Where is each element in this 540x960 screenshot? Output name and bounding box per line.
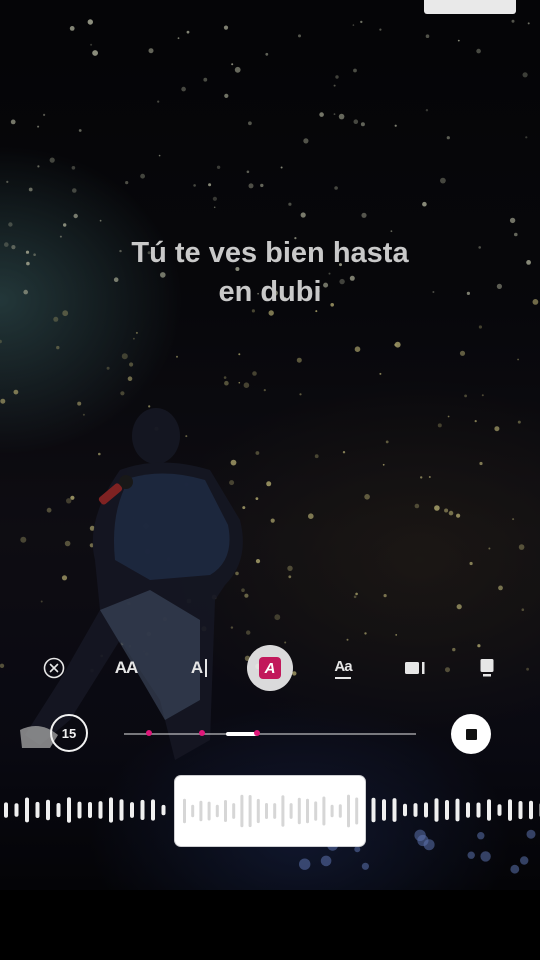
close-circle-icon [43,657,65,679]
waveform-bar [371,797,376,823]
text-highlight-style-icon: A [259,657,281,679]
waveform-bar [529,800,533,820]
story-music-editor: Tú te ves bien hasta en dubi AA A A Aa 1… [0,0,540,960]
selected-waveform-bar [248,795,252,828]
waveform-bar [434,798,439,822]
text-style-icon: AA [114,658,139,677]
waveform-bar [497,804,502,816]
selected-waveform-bar [256,798,260,824]
waveform-bar [151,799,155,821]
style-cursor-button[interactable]: A [175,644,223,692]
selected-waveform-bar [240,794,244,828]
waveform-bar [487,799,491,821]
waveform-bar [46,799,50,821]
waveform-bar [25,797,29,823]
selected-waveform [183,794,359,828]
waveform-bar [56,803,61,818]
stop-button[interactable] [451,714,491,754]
lyric-line-1: Tú te ves bien hasta [131,237,409,269]
text-underline-style-icon: Aa [334,658,353,679]
selected-waveform-bar [273,803,277,819]
lyric-line-2: en dubi [218,276,322,308]
lyric-marker [146,730,152,736]
stop-icon [465,728,477,740]
waveform-bar [161,804,166,816]
text-cursor-style-icon: A [191,658,208,678]
waveform-bar [508,799,512,821]
lyric-marker [199,730,205,736]
style-underline-button[interactable]: Aa [319,644,367,692]
selected-waveform-bar [199,800,203,822]
selected-waveform-bar [314,801,318,821]
top-handle [424,0,516,14]
waveform-bar [382,799,386,821]
selected-indicator: A [247,645,293,691]
selected-waveform-bar [297,797,301,825]
selected-waveform-bar [347,794,350,828]
text-card-style-icon [480,659,494,677]
style-box-button[interactable] [391,644,439,692]
song-progress-track[interactable] [124,733,416,735]
waveform-bar [424,802,428,818]
waveform-bar [403,803,407,817]
dim-overlay [0,0,540,890]
waveform-bar [130,802,134,818]
close-button[interactable] [30,644,78,692]
waveform-bar [4,802,8,818]
waveform-bar [14,803,19,817]
selected-waveform-bar [330,804,334,818]
waveform-bar [445,800,449,820]
style-card-button[interactable] [463,644,511,692]
waveform-bar [413,803,418,817]
bottom-bar [0,890,540,960]
text-box-style-icon [405,662,425,674]
waveform-bar [119,799,124,821]
selected-waveform-bar [207,801,211,821]
clip-length-button[interactable]: 15 [50,714,88,752]
selected-waveform-bar [289,803,293,819]
waveform-bar [455,798,460,822]
waveform-bar [476,802,481,818]
waveform-bar [140,799,145,820]
selected-waveform-bar [338,804,342,818]
style-highlight-button[interactable]: A [246,644,294,692]
selected-waveform-bar [355,797,359,825]
selected-waveform-bar [281,795,285,827]
selected-waveform-bar [215,804,219,818]
lyric-marker [254,730,260,736]
waveform-bar [392,798,397,822]
selected-waveform-bar [306,798,309,824]
waveform-bar [35,801,40,818]
lyrics-style-toolbar: AA A A Aa [0,644,540,692]
waveform-bar [98,801,103,819]
waveform-bar [88,802,92,818]
style-plain-button[interactable]: AA [102,644,150,692]
waveform-bar [518,801,523,820]
selected-waveform-bar [265,803,268,819]
waveform-bar [67,797,71,823]
selected-waveform-bar [322,796,326,826]
waveform-bar [466,802,470,818]
selected-waveform-bar [183,798,186,824]
lyrics-text[interactable]: Tú te ves bien hasta en dubi [60,234,480,312]
selected-waveform-bar [232,803,236,819]
waveform-bar [77,801,82,819]
selected-waveform-bar [191,804,195,818]
selected-waveform-bar [224,800,227,822]
waveform-bar [109,797,113,823]
